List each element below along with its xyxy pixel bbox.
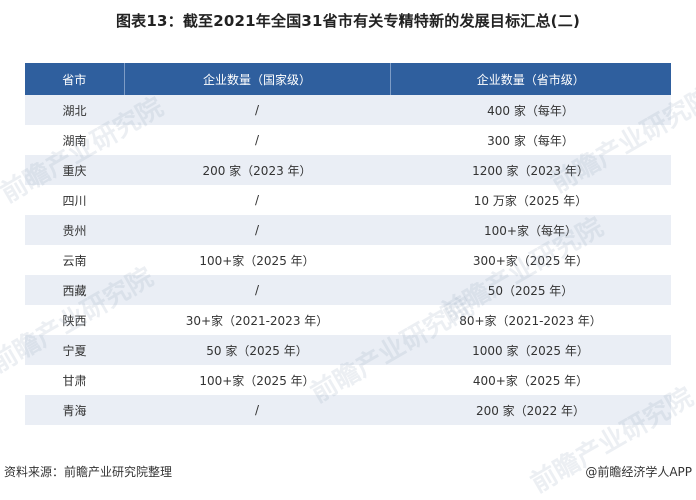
cell-national-count: / xyxy=(124,215,390,245)
table-row: 湖北/400 家（每年） xyxy=(25,95,671,125)
cell-national-count: / xyxy=(124,185,390,215)
table-row: 云南 100+家（2025 年） 300+家（2025 年） xyxy=(25,245,671,275)
table-row: 重庆 200 家（2023 年） 1200 家（2023 年） xyxy=(25,155,671,185)
table-row: 贵州/100+家（每年） xyxy=(25,215,671,245)
cell-provincial-count: 1000 家（2025 年） xyxy=(390,335,671,365)
targets-table: 省市 企业数量（国家级） 企业数量（省市级） 湖北/400 家（每年） 湖南/30… xyxy=(25,63,671,425)
table-row: 青海/200 家（2022 年） xyxy=(25,395,671,425)
cell-national-count: / xyxy=(124,95,390,125)
cell-national-count: 200 家（2023 年） xyxy=(124,155,390,185)
cell-provincial-count: 400 家（每年） xyxy=(390,95,671,125)
targets-table-container: 省市 企业数量（国家级） 企业数量（省市级） 湖北/400 家（每年） 湖南/30… xyxy=(25,63,671,425)
cell-province: 湖北 xyxy=(25,95,124,125)
cell-provincial-count: 1200 家（2023 年） xyxy=(390,155,671,185)
table-row: 陕西 30+家（2021-2023 年） 80+家（2021-2023 年） xyxy=(25,305,671,335)
cell-province: 贵州 xyxy=(25,215,124,245)
cell-provincial-count: 10 万家（2025 年） xyxy=(390,185,671,215)
cell-provincial-count: 50（2025 年） xyxy=(390,275,671,305)
cell-provincial-count: 80+家（2021-2023 年） xyxy=(390,305,671,335)
cell-provincial-count: 300+家（2025 年） xyxy=(390,245,671,275)
cell-province: 甘肃 xyxy=(25,365,124,395)
table-row: 西藏/50（2025 年） xyxy=(25,275,671,305)
cell-provincial-count: 100+家（每年） xyxy=(390,215,671,245)
cell-province: 青海 xyxy=(25,395,124,425)
chart-title: 图表13：截至2021年全国31省市有关专精特新的发展目标汇总(二) xyxy=(115,12,580,30)
table-header-row: 省市 企业数量（国家级） 企业数量（省市级） xyxy=(25,63,671,95)
cell-national-count: 50 家（2025 年） xyxy=(124,335,390,365)
cell-province: 四川 xyxy=(25,185,124,215)
cell-provincial-count: 400+家（2025 年） xyxy=(390,365,671,395)
cell-province: 陕西 xyxy=(25,305,124,335)
table-row: 甘肃 100+家（2025 年） 400+家（2025 年） xyxy=(25,365,671,395)
cell-province: 重庆 xyxy=(25,155,124,185)
cell-national-count: / xyxy=(124,395,390,425)
header-province: 省市 xyxy=(25,63,125,95)
source-note: 资料来源：前瞻产业研究院整理 xyxy=(4,465,173,479)
header-national-count: 企业数量（国家级） xyxy=(124,63,391,95)
table-row: 宁夏 50 家（2025 年） 1000 家（2025 年） xyxy=(25,335,671,365)
cell-national-count: 30+家（2021-2023 年） xyxy=(124,305,390,335)
cell-national-count: 100+家（2025 年） xyxy=(124,365,390,395)
cell-national-count: 100+家（2025 年） xyxy=(124,245,390,275)
table-row: 四川/10 万家（2025 年） xyxy=(25,185,671,215)
table-row: 湖南/300 家（每年） xyxy=(25,125,671,155)
cell-province: 云南 xyxy=(25,245,124,275)
cell-province: 西藏 xyxy=(25,275,124,305)
cell-national-count: / xyxy=(124,125,390,155)
table-body: 湖北/400 家（每年） 湖南/300 家（每年） 重庆 200 家（2023 年） 1… xyxy=(25,95,671,425)
header-provincial-count: 企业数量（省市级） xyxy=(390,63,671,95)
cell-province: 宁夏 xyxy=(25,335,124,365)
cell-provincial-count: 300 家（每年） xyxy=(390,125,671,155)
cell-national-count: / xyxy=(124,275,390,305)
cell-provincial-count: 200 家（2022 年） xyxy=(390,395,671,425)
cell-province: 湖南 xyxy=(25,125,124,155)
credit-note: @前瞻经济学人APP xyxy=(585,465,692,479)
